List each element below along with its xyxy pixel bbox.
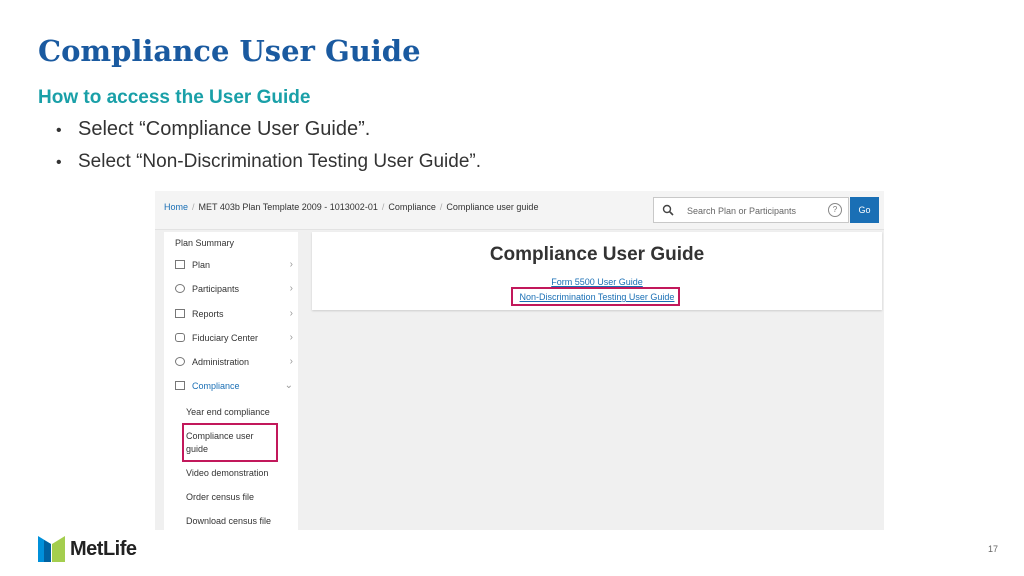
sidebar-item-label: Administration bbox=[192, 357, 250, 367]
sidebar-item-label: Reports bbox=[192, 309, 224, 319]
bullet-text: Select “Compliance User Guide”. bbox=[78, 118, 371, 140]
go-button[interactable]: Go bbox=[850, 197, 879, 223]
breadcrumb: Home / MET 403b Plan Template 2009 - 10130… bbox=[164, 202, 538, 212]
slide-subtitle: How to access the User Guide bbox=[38, 87, 311, 108]
breadcrumb-separator: / bbox=[439, 202, 443, 212]
search-input[interactable]: Search Plan or Participants ? bbox=[653, 197, 849, 223]
breadcrumb-separator: / bbox=[192, 202, 195, 212]
sidebar-subitem-download-census-file[interactable]: Download census file bbox=[186, 516, 271, 526]
form-5500-user-guide-link[interactable]: Form 5500 User Guide bbox=[312, 277, 882, 287]
sidebar-subitem-video-demonstration[interactable]: Video demonstration bbox=[186, 468, 268, 478]
chevron-right-icon: › bbox=[289, 259, 293, 270]
sidebar-header-plan-summary[interactable]: Plan Summary bbox=[175, 238, 234, 248]
chevron-right-icon: › bbox=[289, 283, 293, 294]
bullet-glyph: • bbox=[56, 154, 62, 171]
database-icon bbox=[175, 333, 185, 342]
sidebar-item-fiduciary-center[interactable]: Fiduciary Center › bbox=[175, 331, 293, 349]
sidebar-item-participants[interactable]: Participants › bbox=[175, 282, 293, 300]
sidebar-item-label: Participants bbox=[192, 284, 240, 294]
breadcrumb-plan[interactable]: MET 403b Plan Template 2009 - 1013002-01 bbox=[199, 202, 378, 212]
sidebar-item-administration[interactable]: Administration › bbox=[175, 355, 293, 373]
document-icon bbox=[175, 309, 185, 318]
chevron-right-icon: › bbox=[289, 308, 293, 319]
sidebar-item-reports[interactable]: Reports › bbox=[175, 307, 293, 325]
breadcrumb-home-link[interactable]: Home bbox=[164, 202, 188, 212]
bullet-text: Select “Non-Discrimination Testing User … bbox=[78, 151, 482, 172]
bullet-glyph: • bbox=[56, 122, 62, 139]
people-icon bbox=[175, 284, 185, 293]
metlife-logo-icon bbox=[38, 536, 65, 562]
sidebar-subitem-order-census-file[interactable]: Order census file bbox=[186, 492, 254, 502]
search-placeholder: Search Plan or Participants bbox=[687, 206, 797, 216]
slide-title: Compliance User Guide bbox=[38, 34, 421, 68]
highlight-box-non-discrimination-link bbox=[511, 287, 680, 306]
top-bar: Home / MET 403b Plan Template 2009 - 10130… bbox=[155, 191, 884, 230]
highlight-box-compliance-user-guide bbox=[182, 423, 278, 462]
chart-icon bbox=[175, 381, 185, 390]
bullet-item: • Select “Non-Discrimination Testing User… bbox=[56, 151, 481, 173]
search-icon bbox=[662, 204, 674, 216]
chevron-down-icon: ⌄ bbox=[284, 380, 293, 391]
sidebar-item-compliance[interactable]: Compliance ⌄ bbox=[175, 379, 293, 397]
sidebar: Plan Summary Plan › Participants › Reports… bbox=[164, 232, 298, 530]
bullet-item: • Select “Compliance User Guide”. bbox=[56, 118, 370, 141]
sidebar-item-plan[interactable]: Plan › bbox=[175, 258, 293, 276]
sidebar-item-label: Fiduciary Center bbox=[192, 333, 259, 343]
chevron-right-icon: › bbox=[289, 332, 293, 343]
help-icon[interactable]: ? bbox=[828, 203, 842, 217]
breadcrumb-current: Compliance user guide bbox=[446, 202, 539, 212]
breadcrumb-separator: / bbox=[381, 202, 385, 212]
sidebar-item-label: Plan bbox=[192, 260, 211, 270]
calendar-icon bbox=[175, 260, 185, 269]
chevron-right-icon: › bbox=[289, 356, 293, 367]
page-title: Compliance User Guide bbox=[489, 244, 705, 265]
breadcrumb-compliance[interactable]: Compliance bbox=[388, 202, 436, 212]
app-screenshot: Home / MET 403b Plan Template 2009 - 10130… bbox=[155, 191, 884, 530]
info-icon bbox=[175, 357, 185, 366]
logo-text: MetLife bbox=[70, 538, 137, 560]
sidebar-subitem-year-end-compliance[interactable]: Year end compliance bbox=[186, 407, 270, 417]
page-number: 17 bbox=[988, 544, 999, 554]
main-content-card: Compliance User Guide Form 5500 User Gui… bbox=[312, 232, 882, 310]
sidebar-item-label: Compliance bbox=[192, 381, 240, 391]
